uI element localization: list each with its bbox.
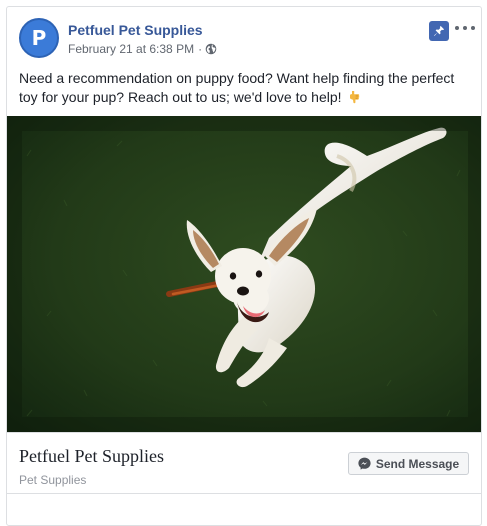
link-attachment[interactable]: Petfuel Pet Supplies Pet Supplies Send M…	[7, 432, 481, 494]
attachment-subtitle: Pet Supplies	[19, 473, 87, 487]
send-message-button[interactable]: Send Message	[348, 452, 469, 475]
post-meta: February 21 at 6:38 PM ·	[68, 42, 217, 56]
post-message-text: Need a recommendation on puppy food? Wan…	[19, 70, 455, 105]
more-dot	[463, 26, 467, 30]
avatar-letter: P	[31, 26, 47, 50]
post-timestamp[interactable]: February 21 at 6:38 PM	[68, 42, 194, 56]
dog-photo[interactable]	[7, 116, 482, 432]
post-card: P Petfuel Pet Supplies February 21 at 6:…	[6, 6, 482, 526]
post-header: P Petfuel Pet Supplies February 21 at 6:…	[7, 7, 481, 67]
more-dot	[471, 26, 475, 30]
send-message-label: Send Message	[375, 456, 460, 471]
post-message: Need a recommendation on puppy food? Wan…	[19, 69, 469, 107]
page-name-link[interactable]: Petfuel Pet Supplies	[68, 22, 203, 38]
more-options-icon[interactable]	[455, 19, 475, 37]
meta-separator: ·	[198, 42, 203, 56]
pin-icon[interactable]	[429, 21, 449, 41]
page-avatar[interactable]: P	[19, 18, 59, 58]
globe-icon[interactable]	[205, 43, 217, 55]
attachment-title[interactable]: Petfuel Pet Supplies	[19, 446, 164, 467]
more-dot	[455, 26, 459, 30]
pointing-down-emoji-icon	[350, 91, 360, 104]
pin-glyph	[434, 25, 445, 36]
messenger-icon	[358, 457, 371, 470]
